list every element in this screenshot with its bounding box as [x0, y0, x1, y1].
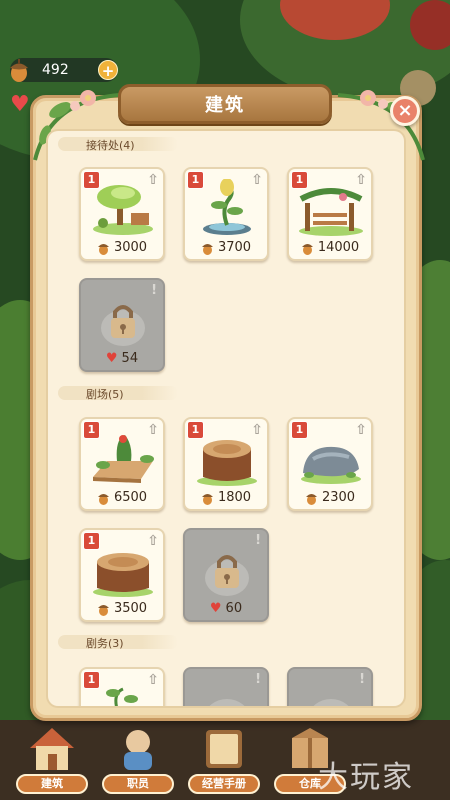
price: 3700 — [185, 240, 267, 255]
building-card[interactable]: 1 ⇧ 2300 — [287, 417, 373, 511]
section-row-clip: 1 ⇧ ! ! — [48, 660, 404, 706]
building-card[interactable]: 1 ⇧ 3700 — [183, 167, 269, 261]
lock-icon — [313, 699, 349, 706]
locked-building-card[interactable]: ! — [287, 667, 373, 706]
lock-icon — [205, 555, 249, 596]
tree-stump-icon — [197, 440, 257, 486]
building-card[interactable]: 1 ⇧ 6500 — [79, 417, 165, 511]
info-icon: ! — [255, 672, 261, 687]
price: 1800 — [185, 490, 267, 505]
nav-staff[interactable]: 职员 — [98, 720, 178, 800]
price: ♥ 60 — [209, 601, 243, 616]
locked-building-card[interactable]: ! ♥ 60 — [183, 528, 269, 622]
heart-icon: ♥ — [105, 351, 118, 366]
close-icon: × — [397, 100, 413, 121]
nav-build[interactable]: 建筑 — [12, 720, 92, 800]
panel-title-banner: 建筑 — [118, 84, 332, 124]
info-icon: ! — [255, 533, 261, 548]
acorn-icon — [305, 493, 317, 505]
lock-icon — [209, 699, 245, 706]
house-icon — [30, 728, 74, 770]
price: 3000 — [81, 240, 163, 255]
price: 14000 — [289, 240, 371, 255]
section-title: 剧务(3) — [86, 637, 124, 650]
panel-title: 建筑 — [205, 95, 245, 116]
lock-icon — [101, 305, 145, 346]
nav-handbook[interactable]: 经营手册 — [184, 720, 264, 800]
building-card[interactable]: 1 ⇧ 14000 — [287, 167, 373, 261]
price: 3500 — [81, 601, 163, 616]
locked-building-card[interactable]: ! ♥ 54 — [79, 278, 165, 372]
building-card[interactable]: 1 ⇧ 1800 — [183, 417, 269, 511]
book-icon — [206, 730, 242, 768]
acorn-icon — [301, 243, 313, 255]
price: 2300 — [289, 490, 371, 505]
acorn-icon — [97, 493, 109, 505]
nav-label: 职员 — [102, 774, 174, 794]
info-icon: ! — [359, 672, 365, 687]
section-title: 接待处(4) — [86, 139, 135, 152]
close-button[interactable]: × — [390, 96, 420, 126]
price: ♥ 54 — [105, 351, 139, 366]
acorn-icon — [97, 243, 109, 255]
tree-stump-icon — [93, 553, 153, 597]
locked-building-card[interactable]: ! — [183, 667, 269, 706]
staff-icon — [124, 730, 152, 770]
nav-label: 经营手册 — [188, 774, 260, 794]
stone-icon — [301, 446, 361, 484]
wood-stage-icon — [93, 435, 154, 483]
price: 6500 — [81, 490, 163, 505]
add-acorn-button[interactable]: + — [98, 60, 118, 80]
vine-gate-icon — [299, 188, 363, 236]
acorn-icon — [201, 243, 213, 255]
acorn-icon — [97, 604, 109, 616]
heart-icon: ♥ — [10, 92, 30, 117]
section-title: 剧场(5) — [86, 388, 124, 401]
sprout-fountain-icon — [203, 179, 251, 235]
info-icon: ! — [151, 283, 157, 298]
building-card[interactable]: 1 ⇧ — [79, 667, 165, 706]
acorn-icon — [10, 59, 28, 82]
watermark: 大玩家 — [318, 760, 414, 795]
acorn-counter: 492 + — [10, 58, 118, 82]
heart-icon: ♥ — [209, 601, 222, 616]
building-card[interactable]: 1 ⇧ 3000 — [79, 167, 165, 261]
acorn-count: 492 — [42, 62, 69, 78]
nav-label: 建筑 — [16, 774, 88, 794]
leaf-hut-icon — [93, 185, 153, 235]
sprout-icon — [106, 687, 138, 706]
acorn-icon — [201, 493, 213, 505]
building-card[interactable]: 1 ⇧ 3500 — [79, 528, 165, 622]
